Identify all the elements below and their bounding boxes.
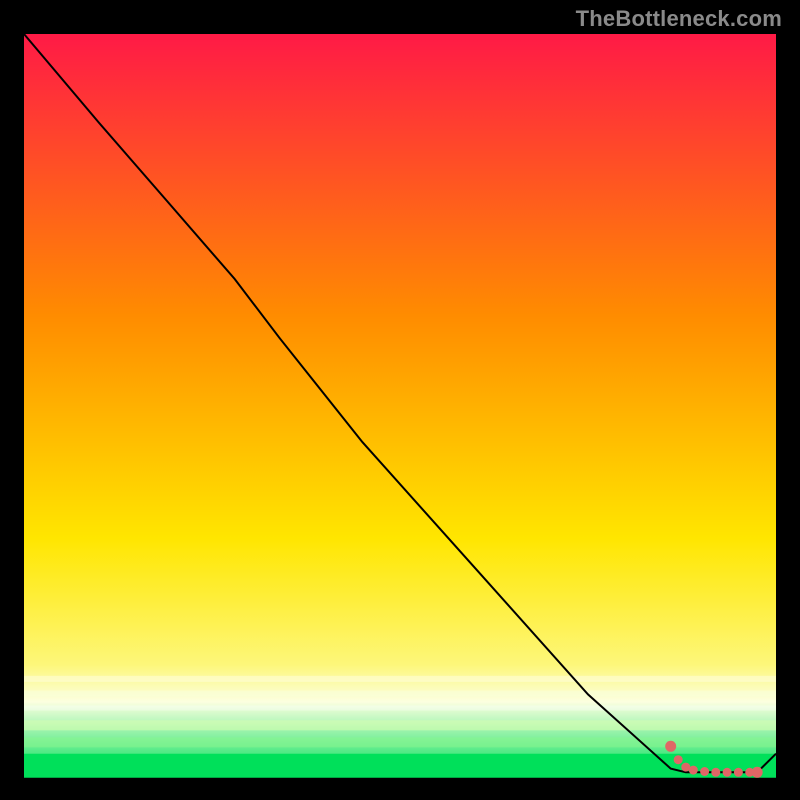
- chart-stage: TheBottleneck.com: [0, 0, 800, 800]
- floor-dot: [723, 768, 732, 777]
- floor-dot: [689, 766, 698, 775]
- plot-background: [24, 34, 776, 776]
- floor-dot: [700, 767, 709, 776]
- floor-dot: [752, 767, 763, 778]
- floor-dot: [734, 768, 743, 777]
- gradient-chart: [0, 0, 800, 800]
- floor-dot: [711, 768, 720, 777]
- watermark-text: TheBottleneck.com: [576, 6, 782, 32]
- floor-dot: [674, 755, 683, 764]
- floor-dot: [665, 741, 676, 752]
